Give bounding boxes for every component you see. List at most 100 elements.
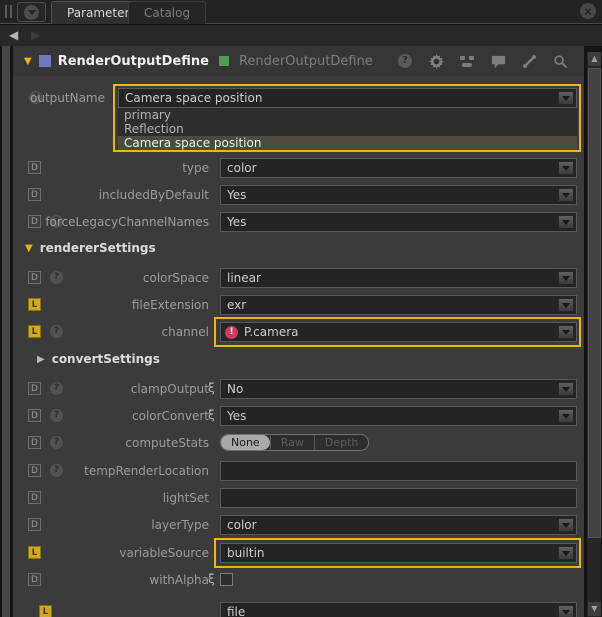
dropdown-value: Yes [221,215,558,229]
back-arrow-button[interactable]: ◀ [9,28,18,42]
param-row-type: D type color [13,158,584,178]
param-row-layertype: D layerType color [13,515,584,535]
forward-arrow-button[interactable]: ▶ [31,28,40,42]
colorconvert-dropdown[interactable]: Yes [220,406,577,426]
param-label-layertype: layerType [13,518,209,532]
fileextension-dropdown[interactable]: exr [220,295,577,315]
dropdown-arrow-icon [558,382,574,396]
segment-raw[interactable]: Raw [270,435,314,450]
lightset-input[interactable] [220,488,577,508]
outputname-dropdown-list: primary Reflection Camera space position [118,108,577,150]
comment-button[interactable] [490,53,506,69]
outputname-dropdown[interactable]: Camera space position [118,88,577,108]
group-expand-icon: ▼ [25,243,33,254]
pane-menu-button[interactable] [17,2,46,22]
group-label: convertSettings [52,352,160,366]
variablesource-dropdown[interactable]: builtin [220,543,577,563]
search-button[interactable] [552,53,568,69]
param-label-channel: channel [13,325,209,339]
segment-depth[interactable]: Depth [314,435,369,450]
wrench-button[interactable] [521,53,537,69]
node-view-button[interactable] [459,53,475,69]
partial-dropdown[interactable]: file [220,602,577,617]
pane-grip-icon[interactable] [5,5,12,18]
type-dropdown[interactable]: color [220,158,577,178]
tab-catalog[interactable]: Catalog [128,1,206,24]
param-label-forcelegacychannelnames: forceLegacyChannelNames [13,215,209,229]
dropdown-arrow-icon [558,298,574,312]
node-header-toolbar: ? [397,53,568,69]
dropdown-value: Camera space position [119,91,558,105]
gear-icon [429,54,444,69]
dropdown-option-primary[interactable]: primary [118,108,577,122]
param-label-clampoutput: clampOutput [13,382,209,396]
clampoutput-dropdown[interactable]: No [220,379,577,399]
dropdown-arrow-icon [558,518,574,532]
group-collapse-icon: ▶ [37,354,45,365]
param-row-clampoutput: D ? clampOutput ξ No [13,379,584,399]
dropdown-value: No [221,382,558,396]
dropdown-option-camera-space-position[interactable]: Camera space position [118,136,577,150]
state-widget-icon[interactable]: ξ [208,572,215,586]
group-renderersettings[interactable]: ▼ rendererSettings [25,239,156,257]
computestats-segmented-control: None Raw Depth [220,434,369,451]
gear-button[interactable] [428,53,444,69]
state-widget-icon[interactable]: ξ [208,408,215,422]
wrench-icon [522,54,537,69]
param-row-withalpha: D withAlpha ξ [13,570,584,590]
group-convertsettings[interactable]: ▶ convertSettings [37,350,160,368]
pane-side-strip [2,46,10,617]
dropdown-arrow-icon [558,409,574,423]
param-label-withalpha: withAlpha [13,573,209,587]
node-color-swatch-icon[interactable] [39,55,51,67]
param-row-lightset: D lightSet [13,488,584,508]
dropdown-value: exr [221,298,558,312]
channel-dropdown[interactable]: ! P.camera [220,322,577,342]
param-row-variablesource: L variableSource builtin [13,543,584,563]
tab-bar: Parameters Catalog × [0,0,602,24]
state-widget-icon[interactable]: ξ [208,381,215,395]
param-row-colorspace: D ? colorSpace linear [13,268,584,288]
param-label-computestats: computeStats [13,436,209,450]
dropdown-arrow-icon [558,325,574,339]
param-label-variablesource: variableSource [13,546,209,560]
close-pane-button[interactable]: × [580,3,596,19]
param-label-colorspace: colorSpace [13,271,209,285]
parameters-panel: ▼ RenderOutputDefine RenderOutputDefine … [13,46,584,617]
param-row-colorconvert: D ? colorConvert ξ Yes [13,406,584,426]
forcelegacychannelnames-dropdown[interactable]: Yes [220,212,577,232]
segment-none[interactable]: None [221,435,270,450]
param-label-temprenderlocation: tempRenderLocation [13,464,209,478]
dropdown-arrow-icon [558,215,574,229]
colorspace-dropdown[interactable]: linear [220,268,577,288]
help-button[interactable]: ? [397,53,413,69]
dropdown-option-reflection[interactable]: Reflection [118,122,577,136]
tab-catalog-label: Catalog [144,6,190,20]
layertype-dropdown[interactable]: color [220,515,577,535]
dropdown-value: linear [221,271,558,285]
includedbydefault-dropdown[interactable]: Yes [220,185,577,205]
scrollbar-thumb[interactable] [588,68,601,538]
node-header: ▼ RenderOutputDefine RenderOutputDefine … [13,46,584,76]
param-row-includedbydefault: D includedByDefault Yes [13,185,584,205]
node-state-swatch-icon[interactable] [219,56,229,66]
param-row-computestats: D ? computeStats None Raw Depth [13,433,584,453]
help-icon: ? [398,54,412,68]
katana-parameters-pane: Parameters Catalog × ◀ ▶ ▼ RenderOutputD… [0,0,602,617]
scroll-up-button[interactable]: ▲ [588,52,601,66]
local-state-badge[interactable]: L [39,605,52,617]
search-icon [553,54,568,69]
node-type-label: RenderOutputDefine [239,54,373,69]
withalpha-checkbox[interactable] [220,573,233,586]
param-label-outputname: outputName [13,91,105,105]
dropdown-arrow-icon [558,161,574,175]
node-expand-icon[interactable]: ▼ [24,56,32,67]
scroll-down-button[interactable]: ▼ [588,602,601,616]
dropdown-arrow-icon [558,605,574,617]
param-label-colorconvert: colorConvert [13,409,209,423]
param-row-partial: L file [13,602,584,617]
close-icon: × [583,5,592,18]
temprenderlocation-input[interactable] [220,461,577,481]
param-label-lightset: lightSet [13,491,209,505]
comment-icon [491,54,506,69]
